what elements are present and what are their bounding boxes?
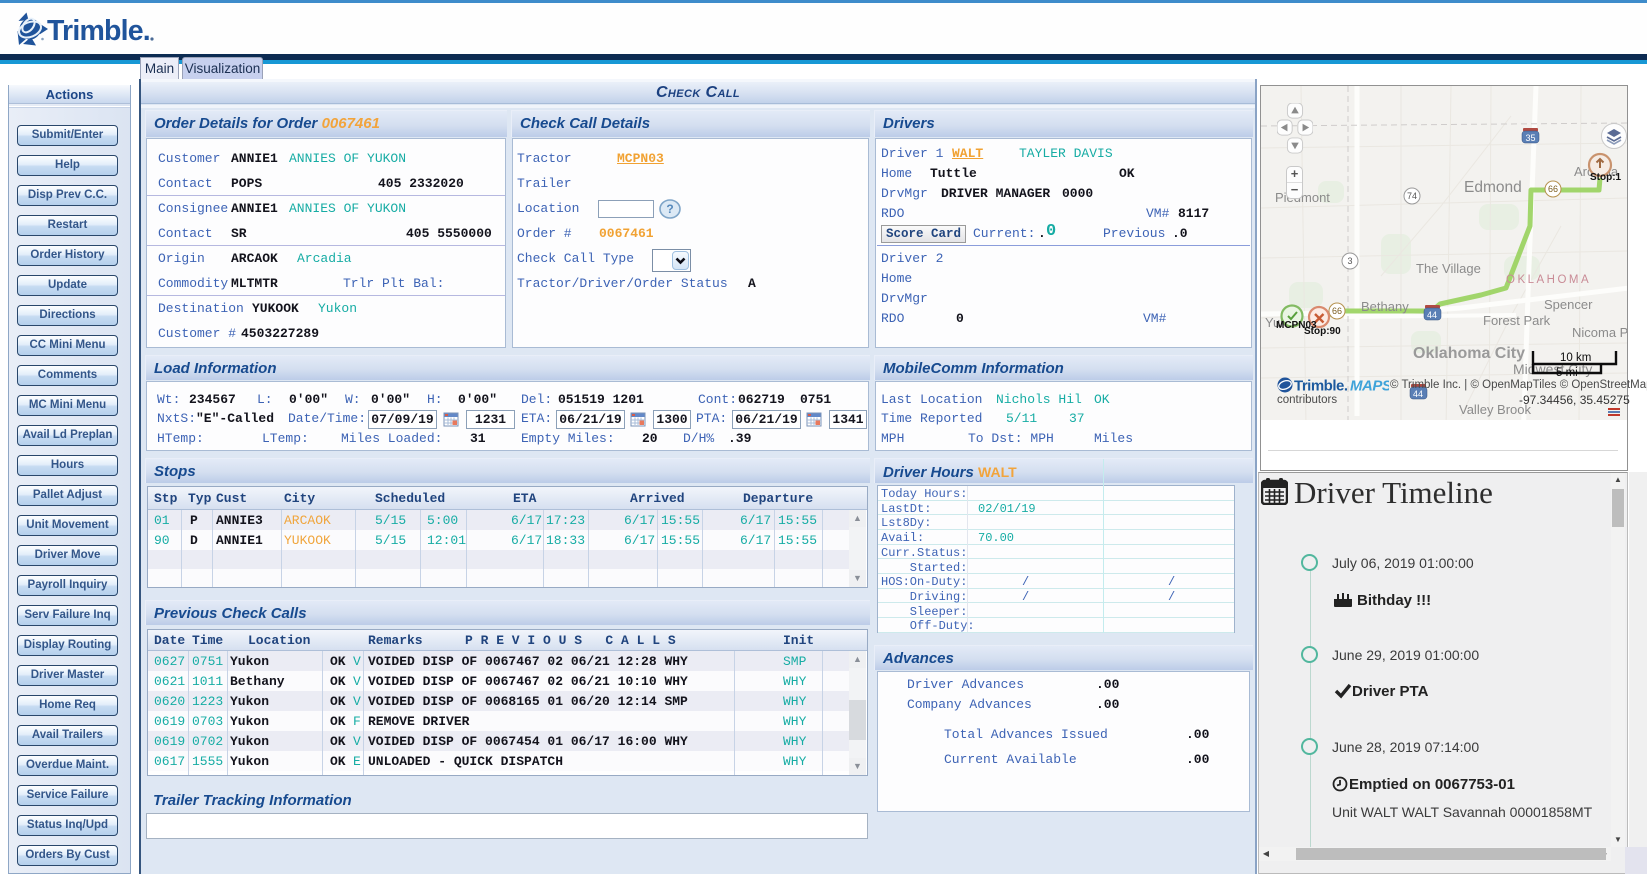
svg-text:Stop:1: Stop:1 (1590, 172, 1622, 183)
svg-text:Edmond: Edmond (1464, 179, 1522, 196)
svg-text:MAPS: MAPS (1350, 378, 1389, 395)
svg-text:Trimble.: Trimble. (47, 15, 150, 47)
svg-text:66: 66 (1332, 306, 1342, 316)
svg-text:5 mi: 5 mi (1556, 367, 1578, 379)
svg-text:Bethany: Bethany (1361, 299, 1409, 314)
svg-text:10 km: 10 km (1560, 352, 1591, 364)
svg-text:74: 74 (1407, 191, 1417, 201)
svg-text:66: 66 (1548, 184, 1558, 194)
svg-text:OKLAHOMA: OKLAHOMA (1506, 274, 1591, 286)
svg-text:Trimble.: Trimble. (1294, 378, 1348, 395)
svg-text:Oklahoma City: Oklahoma City (1413, 345, 1525, 362)
svg-text:Nicoma Pa: Nicoma Pa (1572, 325, 1627, 340)
svg-text:Forest Park: Forest Park (1483, 313, 1551, 328)
svg-text:3: 3 (1347, 256, 1352, 266)
svg-text:The Village: The Village (1416, 261, 1481, 276)
svg-text:44: 44 (1427, 310, 1437, 320)
svg-text:Stop:90: Stop:90 (1304, 326, 1341, 337)
svg-text:35: 35 (1525, 133, 1535, 143)
svg-text:Spencer: Spencer (1544, 297, 1593, 312)
